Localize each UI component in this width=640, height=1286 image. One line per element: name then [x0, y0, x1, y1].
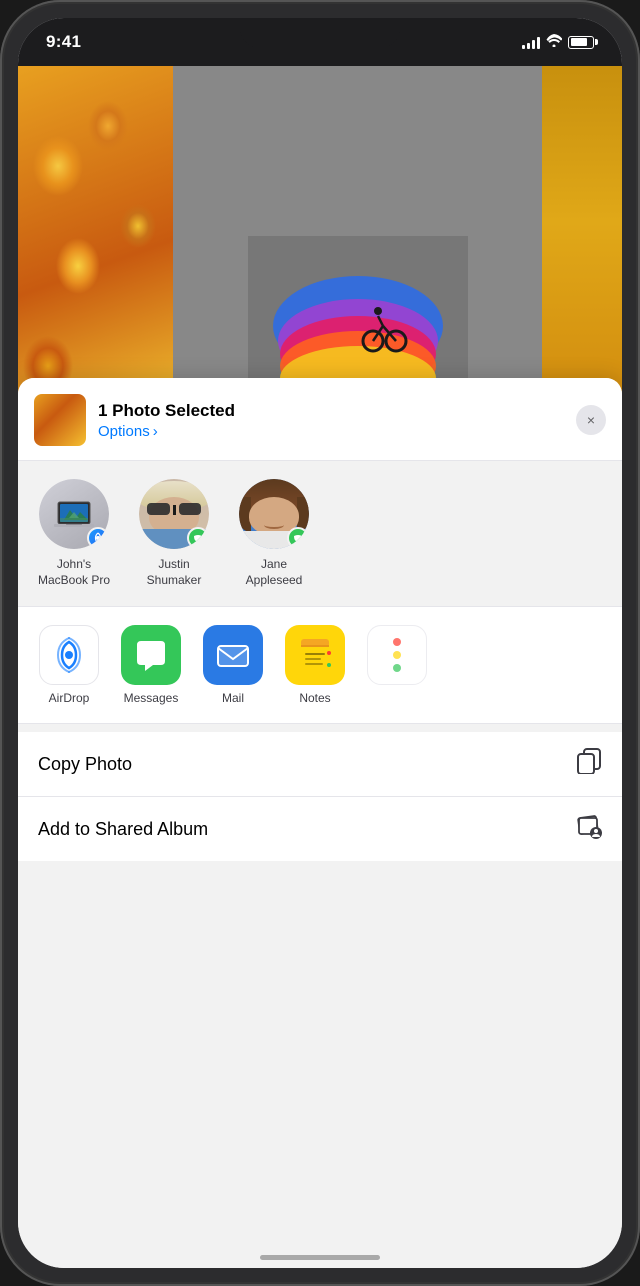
reminder-dot-yellow	[393, 651, 401, 659]
share-sheet: 1 Photo Selected Options › ×	[18, 378, 622, 1268]
airdrop-icon-svg	[50, 636, 88, 674]
reminder-dot-red	[393, 638, 401, 646]
contact-name-justin: JustinShumaker	[147, 557, 202, 588]
signal-bar-3	[532, 40, 535, 49]
airdrop-app-icon	[39, 625, 99, 685]
app-item-mail[interactable]: Mail	[198, 625, 268, 705]
phone-screen: 9:41	[18, 18, 622, 1268]
share-header: 1 Photo Selected Options › ×	[18, 378, 622, 461]
reminders-icon-inner	[385, 628, 409, 682]
home-indicator[interactable]	[260, 1255, 380, 1260]
signal-bar-2	[527, 43, 530, 49]
app-item-notes[interactable]: Notes	[280, 625, 350, 705]
airdrop-badge-icon	[92, 532, 104, 544]
contact-avatar-justin	[139, 479, 209, 549]
wifi-icon	[546, 34, 562, 50]
add-shared-album-icon	[574, 813, 602, 845]
messages-badge-justin	[187, 527, 209, 549]
battery-fill	[571, 38, 588, 46]
share-title: 1 Photo Selected	[98, 401, 564, 421]
copy-photo-row[interactable]: Copy Photo	[18, 732, 622, 797]
copy-photo-label: Copy Photo	[38, 754, 132, 775]
app-item-reminders[interactable]: Reminders	[362, 625, 432, 705]
contacts-row: John'sMacBook Pro	[18, 461, 622, 606]
share-title-area: 1 Photo Selected Options ›	[98, 401, 564, 440]
contact-name-jane: JaneAppleseed	[246, 557, 303, 588]
action-rows: Copy Photo Add to Shared Album	[18, 732, 622, 861]
notes-app-icon	[285, 625, 345, 685]
mail-app-icon	[203, 625, 263, 685]
airdrop-app-label: AirDrop	[49, 691, 90, 705]
notes-app-label: Notes	[299, 691, 330, 705]
battery-icon	[568, 36, 594, 49]
add-shared-album-row[interactable]: Add to Shared Album	[18, 797, 622, 861]
contact-name-macbook: John'sMacBook Pro	[38, 557, 110, 588]
messages-app-label: Messages	[124, 691, 179, 705]
notes-icon-svg	[297, 637, 333, 673]
close-button[interactable]: ×	[576, 405, 606, 435]
contact-avatar-macbook	[39, 479, 109, 549]
reminders-app-icon	[367, 625, 427, 685]
contact-avatar-jane	[239, 479, 309, 549]
close-icon: ×	[587, 412, 595, 428]
shared-album-icon-svg	[574, 813, 602, 839]
signal-bar-1	[522, 45, 525, 49]
mail-app-label: Mail	[222, 691, 244, 705]
mail-icon-svg	[214, 636, 252, 674]
messages-badge-jane	[287, 527, 309, 549]
apps-row: AirDrop Messages	[18, 606, 622, 724]
share-options-button[interactable]: Options ›	[98, 423, 564, 440]
status-bar-right	[522, 34, 594, 50]
contact-item-macbook[interactable]: John'sMacBook Pro	[34, 479, 114, 588]
app-item-messages[interactable]: Messages	[116, 625, 186, 705]
phone-frame: 9:41	[0, 0, 640, 1286]
copy-photo-icon	[576, 748, 602, 780]
messages-app-icon	[121, 625, 181, 685]
justin-sunglasses	[147, 503, 201, 515]
chevron-right-icon: ›	[153, 423, 158, 440]
jane-smile	[264, 521, 284, 529]
share-thumbnail	[34, 394, 86, 446]
macbook-svg-icon	[54, 498, 94, 530]
signal-bars-icon	[522, 35, 540, 49]
app-item-airdrop[interactable]: AirDrop	[34, 625, 104, 705]
messages-badge-icon-jane	[292, 532, 304, 544]
add-shared-album-label: Add to Shared Album	[38, 819, 208, 840]
messages-icon-svg	[133, 637, 169, 673]
messages-badge-icon	[192, 532, 204, 544]
reminder-dot-green	[393, 664, 401, 672]
share-thumbnail-image	[34, 394, 86, 446]
contact-item-jane[interactable]: JaneAppleseed	[234, 479, 314, 588]
status-time: 9:41	[46, 32, 81, 52]
copy-icon-svg	[576, 748, 602, 774]
share-options-label: Options	[98, 423, 150, 440]
status-bar: 9:41	[18, 18, 622, 66]
contact-item-justin[interactable]: JustinShumaker	[134, 479, 214, 588]
signal-bar-4	[537, 37, 540, 49]
airdrop-badge-macbook	[87, 527, 109, 549]
notch	[240, 18, 400, 48]
